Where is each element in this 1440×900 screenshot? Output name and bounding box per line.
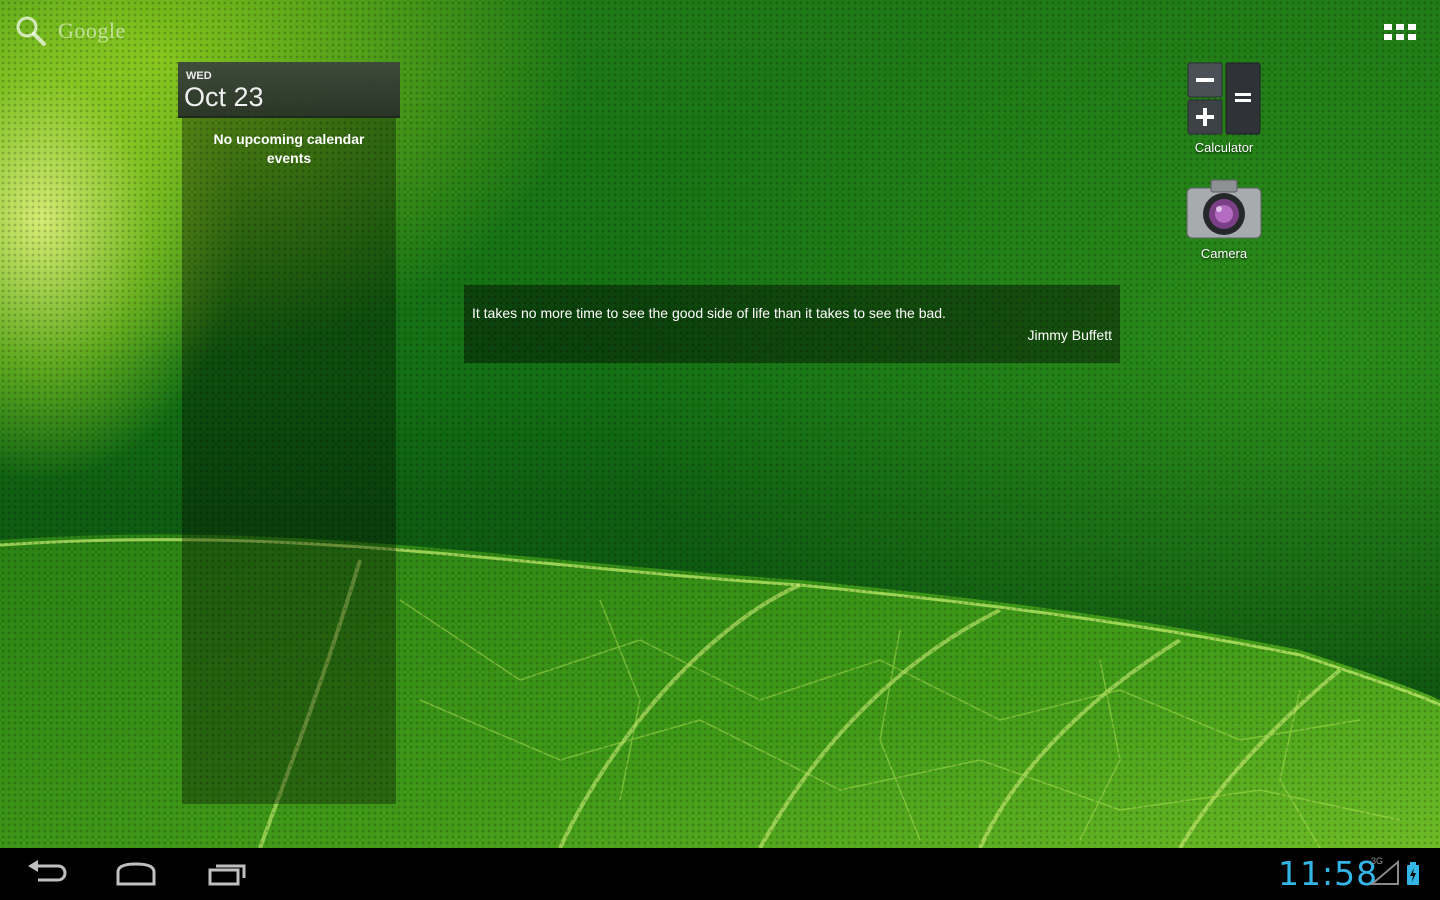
calendar-day-of-week: WED <box>186 70 212 82</box>
camera-icon <box>1186 179 1262 239</box>
camera-label: Camera <box>1200 246 1248 261</box>
recent-apps-icon <box>208 864 246 886</box>
back-button[interactable] <box>16 858 76 890</box>
calculator-label: Calculator <box>1194 140 1254 155</box>
google-search-bar[interactable]: Google <box>14 14 126 48</box>
clock[interactable]: 11:58 <box>1278 854 1378 893</box>
calculator-icon <box>1187 62 1261 135</box>
camera-shortcut[interactable]: Camera <box>1174 176 1274 261</box>
quote-text: It takes no more time to see the good si… <box>472 305 946 321</box>
calendar-header[interactable]: WED Oct 23 <box>178 62 400 118</box>
calendar-date: Oct 23 <box>184 82 264 112</box>
signal-icon <box>1369 859 1400 891</box>
home-icon <box>116 862 156 886</box>
calculator-shortcut[interactable]: Calculator <box>1174 62 1274 155</box>
all-apps-button[interactable] <box>1380 20 1420 48</box>
calendar-events-list[interactable]: No upcoming calendar events <box>182 118 396 804</box>
battery-icon <box>1406 862 1420 891</box>
quote-author: Jimmy Buffett <box>1027 327 1112 343</box>
all-apps-icon <box>1384 24 1416 40</box>
recent-apps-button[interactable] <box>196 858 256 890</box>
home-button[interactable] <box>106 858 166 890</box>
search-label: Google <box>58 18 126 43</box>
quote-widget[interactable]: It takes no more time to see the good si… <box>464 285 1120 363</box>
back-icon <box>28 860 67 882</box>
calendar-widget[interactable]: WED Oct 23 No upcoming calendar events <box>178 62 400 804</box>
system-navigation-bar: 11:58 3G <box>0 848 1440 900</box>
calendar-empty-message: No upcoming calendar events <box>213 131 365 166</box>
search-icon <box>14 14 48 48</box>
